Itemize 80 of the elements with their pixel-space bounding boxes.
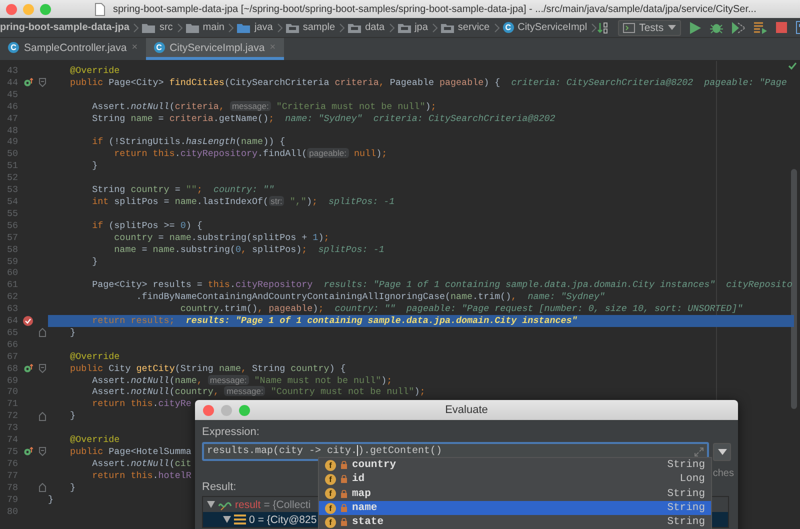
code-line: } bbox=[69, 326, 76, 339]
line-number: 69 bbox=[6, 374, 19, 386]
code-line: country = name.substring(splitPos + 1); bbox=[113, 232, 330, 244]
line-number: 71 bbox=[6, 398, 19, 410]
line-number: 53 bbox=[6, 184, 19, 196]
line-number: 44 bbox=[6, 76, 19, 89]
line-number: 67 bbox=[6, 350, 19, 363]
line-number: 55 bbox=[6, 208, 19, 220]
line-number: 54 bbox=[6, 196, 19, 208]
code-line: return this.cityRe bbox=[91, 398, 192, 410]
line-number: 61 bbox=[6, 279, 19, 292]
code-line: return this.cityRepository.findAll( pageable: null); bbox=[113, 148, 388, 160]
code-line: Assert.notNull(criteria, message: "Criteria must not be null"); bbox=[91, 100, 436, 113]
line-number: 64 bbox=[6, 315, 19, 327]
class-icon: C bbox=[502, 22, 514, 33]
field-icon: f bbox=[325, 460, 336, 471]
code-line: } bbox=[48, 494, 54, 506]
code-line: name = name.substring(0, splitPos); splitPos: -1 bbox=[113, 244, 384, 256]
code-line: Assert.notNull(cit bbox=[91, 458, 192, 470]
class-icon: C bbox=[154, 42, 165, 53]
code-line: if (splitPos >= 0) { bbox=[91, 220, 202, 232]
code-line: String country = ""; country: "" bbox=[91, 184, 274, 196]
line-number: 56 bbox=[6, 220, 19, 232]
line-number: 43 bbox=[6, 65, 19, 77]
result-label: Result: bbox=[202, 481, 236, 493]
line-number: 45 bbox=[6, 88, 19, 101]
line-number: 63 bbox=[6, 303, 19, 316]
code-line: public City getCity(String name, String country) { bbox=[69, 362, 346, 375]
code-line: public Page<HotelSumma bbox=[69, 446, 192, 458]
code-line: @Override bbox=[69, 350, 120, 363]
line-number: 70 bbox=[6, 386, 19, 398]
line-number: 48 bbox=[6, 124, 19, 136]
code-line: public Page<City> findCities(CitySearchCriteria criteria, Pageable pageable) { criteria: CitySearchCriteria@8202 pageable: "Page bbox=[69, 76, 787, 89]
line-number: 73 bbox=[6, 422, 19, 434]
line-number: 74 bbox=[6, 434, 19, 446]
line-number: 51 bbox=[6, 160, 19, 172]
line-number: 49 bbox=[6, 136, 19, 148]
expression-label: Expression: bbox=[202, 426, 260, 438]
line-number: 79 bbox=[6, 494, 19, 506]
line-number: 58 bbox=[6, 244, 19, 256]
line-number: 68 bbox=[6, 362, 19, 375]
code-line: country.trim(), pageable); country: "" pageable: "Page request [number: 0, size 10, sort: UNSORTED]" bbox=[179, 303, 743, 316]
line-number: 57 bbox=[6, 232, 19, 244]
line-number: 66 bbox=[6, 338, 19, 351]
line-number: 78 bbox=[6, 482, 19, 494]
field-icon: f bbox=[325, 502, 336, 514]
line-number: 59 bbox=[6, 256, 19, 268]
line-number: 50 bbox=[6, 148, 19, 160]
code-line: return this.hotelR bbox=[91, 470, 192, 482]
code-line: Assert.notNull(name, message: "Name must not be null"); bbox=[91, 374, 392, 386]
code-line: } bbox=[91, 160, 98, 172]
dialog-title: Evaluate bbox=[445, 404, 488, 416]
line-number: 75 bbox=[6, 446, 19, 458]
code-line: @Override bbox=[69, 434, 120, 446]
line-number: 76 bbox=[6, 458, 19, 470]
line-number: 46 bbox=[6, 100, 19, 113]
watches-label: ches bbox=[712, 468, 734, 479]
code-line: String name = criteria.getName(); name: "Sydney" criteria: CitySearchCriteria@8202 bbox=[91, 112, 556, 125]
code-line: } bbox=[69, 482, 76, 494]
line-number: 77 bbox=[6, 470, 19, 482]
code-line: @Override bbox=[69, 65, 120, 77]
code-line: int splitPos = name.lastIndexOf( str: ","); splitPos: -1 bbox=[91, 196, 395, 208]
code-line: Assert.notNull(country, message: "Country must not be null"); bbox=[91, 386, 426, 398]
line-number: 65 bbox=[6, 326, 19, 339]
code-line: } bbox=[69, 410, 76, 422]
code-line: } bbox=[91, 256, 98, 268]
line-number: 80 bbox=[6, 506, 19, 518]
code-line: if (!StringUtils.hasLength(name)) { bbox=[91, 136, 286, 148]
class-icon: C bbox=[8, 42, 19, 53]
line-number: 60 bbox=[6, 267, 19, 280]
line-number: 47 bbox=[6, 112, 19, 125]
line-number: 72 bbox=[6, 410, 19, 422]
code-line: .findByNameContainingAndCountryContainingAllIgnoringCase(name.trim(), name: "Sydney" bbox=[135, 291, 605, 304]
line-number: 62 bbox=[6, 291, 19, 304]
field-icon: f bbox=[325, 474, 336, 485]
field-icon: f bbox=[325, 516, 336, 528]
line-number: 52 bbox=[6, 172, 19, 184]
window-title: spring-boot-sample-data-jpa [~/spring-boot/spring-boot-samples/spring-boot-sample-data-jpa] - .../src/main/java/sample/data/jpa/service/CitySer... bbox=[113, 4, 756, 14]
field-icon: f bbox=[325, 488, 336, 500]
code-line: Page<City> results = this.cityRepository results: "Page 1 of 1 containing sample.data.jpa.domain.City instances" cityReposito bbox=[91, 279, 792, 292]
